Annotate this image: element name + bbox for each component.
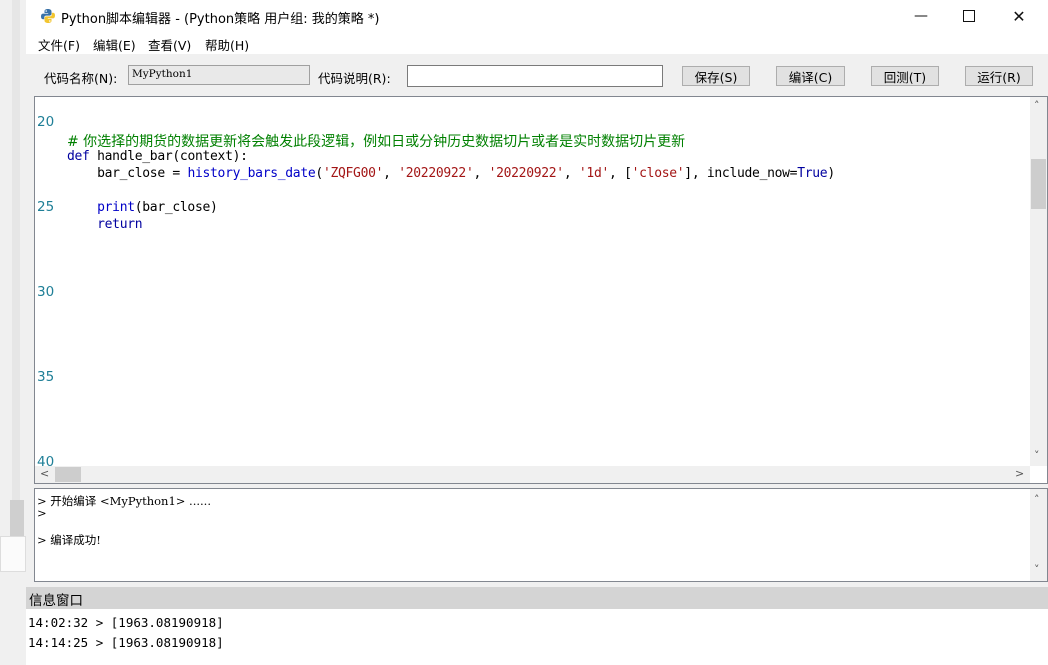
string-literal: '1d' xyxy=(578,166,610,181)
code-name-input[interactable]: MyPython1 xyxy=(128,65,310,85)
log-line: 14:02:32 > [1963.08190918] xyxy=(28,615,224,630)
background-scroll-thumb xyxy=(10,500,24,540)
code-def-line: def handle_bar(context): xyxy=(67,149,248,164)
line-number: 25 xyxy=(37,199,55,215)
code-text: , [ xyxy=(609,166,632,181)
log-line: 14:14:25 > [1963.08190918] xyxy=(28,635,224,650)
menu-help[interactable]: 帮助(H) xyxy=(205,35,249,54)
toolbar: 代码名称(N): MyPython1 代码说明(R): 保存(S) 编译(C) … xyxy=(26,54,1048,96)
python-logo-icon xyxy=(41,9,55,23)
keyword: print xyxy=(97,200,135,215)
minimize-icon: — xyxy=(914,8,928,24)
function-name: history_bars_date xyxy=(187,166,316,181)
string-literal: '20220922' xyxy=(398,166,474,181)
backtest-button[interactable]: 回测(T) xyxy=(871,66,939,86)
code-text: handle_bar(context): xyxy=(89,149,248,164)
scroll-up-icon[interactable]: ˄ xyxy=(1034,493,1040,506)
run-button[interactable]: 运行(R) xyxy=(965,66,1033,86)
code-text-area[interactable]: # 你选择的期货的数据更新将会触发此段逻辑，例如日或分钟历史数据切片或者是实时数… xyxy=(67,97,1027,466)
code-name-label: 代码名称(N): xyxy=(44,71,118,86)
menu-view[interactable]: 查看(V) xyxy=(148,35,191,54)
menu-edit[interactable]: 编辑(E) xyxy=(93,35,136,54)
code-text: , xyxy=(383,166,399,181)
code-desc-label: 代码说明(R): xyxy=(318,71,391,86)
string-literal: 'ZQFG00' xyxy=(322,166,384,181)
scroll-down-icon[interactable]: ˅ xyxy=(1034,449,1040,462)
code-return-line: return xyxy=(67,217,142,232)
code-text: ) xyxy=(827,166,835,181)
minimize-button[interactable]: — xyxy=(898,0,944,32)
code-editor[interactable]: 20 25 30 35 40 # 你选择的期货的数据更新将会触发此段逻辑，例如日… xyxy=(34,96,1048,484)
line-number-gutter: 20 25 30 35 40 xyxy=(35,97,67,470)
title-bar: Python脚本编辑器 - (Python策略 用户组: 我的策略 *) — ✕ xyxy=(26,0,1048,32)
code-history-line: bar_close = history_bars_date('ZQFG00' , … xyxy=(67,166,835,181)
code-print-line: print(bar_close) xyxy=(67,200,218,215)
scroll-down-icon[interactable]: ˅ xyxy=(1034,563,1040,576)
code-text: (bar_close) xyxy=(134,200,218,215)
code-text: , xyxy=(473,166,489,181)
string-literal: '20220922' xyxy=(488,166,565,181)
line-number: 30 xyxy=(37,284,55,300)
menu-bar: 文件(F) 编辑(E) 查看(V) 帮助(H) xyxy=(26,32,1048,54)
save-button[interactable]: 保存(S) xyxy=(682,66,750,86)
code-text: ], include_now= xyxy=(684,166,798,181)
close-button[interactable]: ✕ xyxy=(996,0,1042,32)
code-comment-line: # 你选择的期货的数据更新将会触发此段逻辑，例如日或分钟历史数据切片或者是实时数… xyxy=(67,134,686,150)
scroll-up-icon[interactable]: ˄ xyxy=(1034,99,1040,112)
scroll-right-icon[interactable]: > xyxy=(1015,467,1024,480)
compile-button[interactable]: 编译(C) xyxy=(776,66,845,86)
python-editor-window: Python脚本编辑器 - (Python策略 用户组: 我的策略 *) — ✕… xyxy=(26,0,1048,587)
editor-vertical-scroll-thumb[interactable] xyxy=(1031,159,1046,209)
code-desc-input[interactable] xyxy=(407,65,663,87)
output-line: > 开始编译 <MyPython1> ...... xyxy=(37,494,211,508)
background-window-edge xyxy=(0,0,27,665)
editor-vertical-scrollbar[interactable]: ˄ ˅ xyxy=(1030,97,1047,466)
compile-output-panel[interactable]: > 开始编译 <MyPython1> ...... > > 编译成功! ˄ ˅ xyxy=(34,488,1048,582)
output-line: > 编译成功! xyxy=(37,533,101,547)
window-title: Python脚本编辑器 - (Python策略 用户组: 我的策略 *) xyxy=(61,12,380,27)
output-vertical-scrollbar[interactable]: ˄ ˅ xyxy=(1030,489,1047,581)
info-window-title: 信息窗口 xyxy=(29,593,83,609)
keyword: return xyxy=(97,217,143,232)
string-literal: 'close' xyxy=(631,166,685,181)
info-window-log[interactable]: 14:02:32 > [1963.08190918] 14:14:25 > [1… xyxy=(26,609,1048,665)
code-text: , xyxy=(563,166,579,181)
maximize-button[interactable] xyxy=(946,0,992,32)
background-panel xyxy=(0,536,26,572)
line-number: 20 xyxy=(37,114,55,130)
code-text: ( xyxy=(315,166,323,181)
background-scroll-track xyxy=(12,0,20,500)
maximize-icon xyxy=(963,10,975,22)
line-number: 35 xyxy=(37,369,55,385)
editor-horizontal-scrollbar[interactable]: < > xyxy=(35,466,1030,483)
info-window-header: 信息窗口 xyxy=(26,587,1048,609)
menu-file[interactable]: 文件(F) xyxy=(38,35,80,54)
output-line: > xyxy=(37,506,47,520)
keyword: def xyxy=(67,149,90,164)
scroll-left-icon[interactable]: < xyxy=(40,467,49,480)
editor-horizontal-scroll-thumb[interactable] xyxy=(55,467,81,482)
close-icon: ✕ xyxy=(1012,6,1026,26)
code-text: bar_close = xyxy=(67,166,188,181)
keyword: True xyxy=(797,166,828,181)
